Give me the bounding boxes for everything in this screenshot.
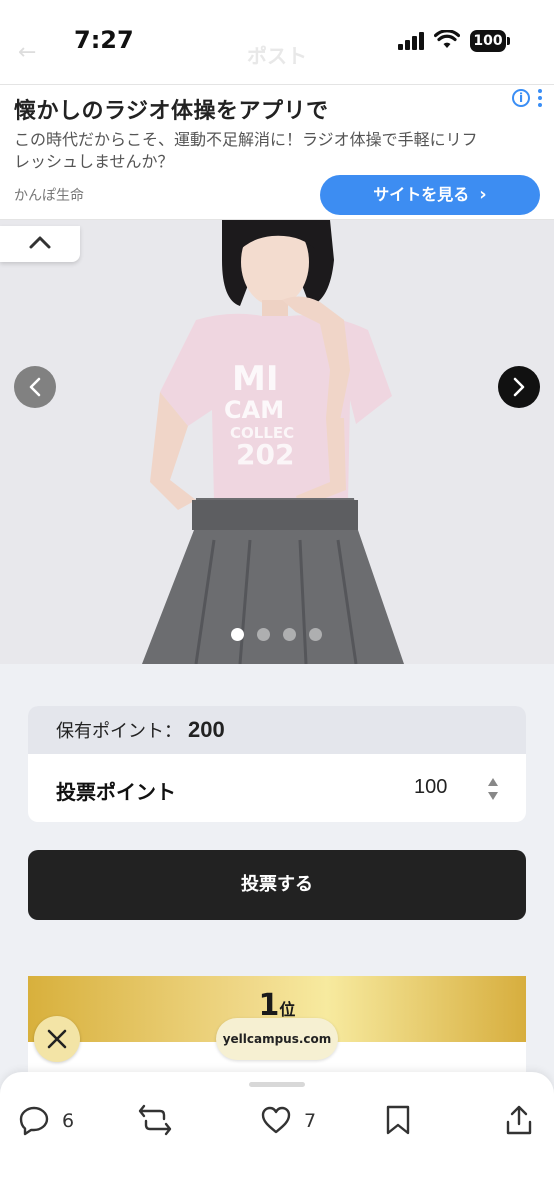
- ad-source: かんぽ生命: [14, 188, 84, 204]
- like-count: 7: [304, 1110, 317, 1132]
- carousel-dot[interactable]: [283, 628, 296, 641]
- carousel-dots: [230, 628, 330, 642]
- carousel-photo[interactable]: MI CAM COLLEC 202: [0, 220, 554, 664]
- close-button[interactable]: [34, 1016, 80, 1062]
- ad-more-icon[interactable]: [538, 89, 544, 110]
- chevron-left-icon: [29, 377, 41, 397]
- svg-text:202: 202: [236, 438, 294, 471]
- repost-button[interactable]: [138, 1104, 178, 1138]
- chevron-right-icon: [513, 377, 525, 397]
- svg-text:MI: MI: [232, 359, 278, 399]
- ad-description: この時代だからこそ、運動不足解消に！ラジオ体操で手軽にリフレッシュしませんか？: [14, 130, 478, 171]
- bookmark-icon: [386, 1105, 410, 1135]
- collapse-ad-button[interactable]: [0, 226, 80, 262]
- sheet-grabber[interactable]: [249, 1082, 305, 1087]
- share-button[interactable]: [504, 1104, 534, 1138]
- status-time: 7:27: [74, 26, 134, 54]
- cellular-signal-icon: [398, 32, 424, 50]
- vote-points-input[interactable]: 100: [414, 776, 447, 799]
- stepper-arrows-icon[interactable]: [486, 776, 500, 802]
- chevron-right-icon: ›: [479, 184, 487, 205]
- ad-banner[interactable]: 懐かしのラジオ体操をアプリで i この時代だからこそ、運動不足解消に！ラジオ体操…: [0, 84, 554, 220]
- svg-text:CAM: CAM: [224, 396, 284, 424]
- held-points-value: 200: [188, 717, 225, 742]
- reply-button[interactable]: 6: [18, 1104, 88, 1138]
- carousel-dot[interactable]: [231, 628, 244, 641]
- share-icon: [506, 1105, 532, 1135]
- chevron-up-icon: [29, 236, 51, 249]
- close-icon: [47, 1029, 67, 1049]
- repost-icon: [138, 1104, 172, 1136]
- held-points-row: 保有ポイント： 200: [28, 706, 526, 754]
- vote-button[interactable]: 投票する: [28, 850, 526, 920]
- person-photo: MI CAM COLLEC 202: [0, 220, 554, 664]
- reply-count: 6: [62, 1110, 75, 1132]
- like-button[interactable]: 7: [260, 1104, 330, 1138]
- status-bar: ← ポスト 7:27 100: [0, 0, 554, 84]
- points-card: 保有ポイント： 200 投票ポイント 100: [28, 706, 526, 822]
- carousel-prev-button[interactable]: [14, 366, 56, 408]
- url-pill[interactable]: yellcampus.com: [216, 1018, 338, 1060]
- carousel-next-button[interactable]: [498, 366, 540, 408]
- carousel-dot[interactable]: [309, 628, 322, 641]
- heart-icon: [261, 1106, 291, 1134]
- ad-title: 懐かしのラジオ体操をアプリで: [14, 99, 329, 124]
- carousel-dot[interactable]: [257, 628, 270, 641]
- ad-info-icon[interactable]: i: [512, 89, 530, 107]
- held-points-label: 保有ポイント：: [56, 721, 182, 742]
- reply-icon: [19, 1106, 49, 1136]
- battery-indicator: 100: [470, 30, 510, 52]
- wifi-icon: [434, 30, 460, 48]
- ad-cta-button[interactable]: サイトを見る ›: [320, 175, 540, 215]
- vote-points-label: 投票ポイント: [56, 780, 176, 804]
- post-action-bar: 6 7: [0, 1072, 554, 1200]
- bookmark-button[interactable]: [384, 1104, 414, 1138]
- ad-cta-label: サイトを見る: [373, 185, 470, 204]
